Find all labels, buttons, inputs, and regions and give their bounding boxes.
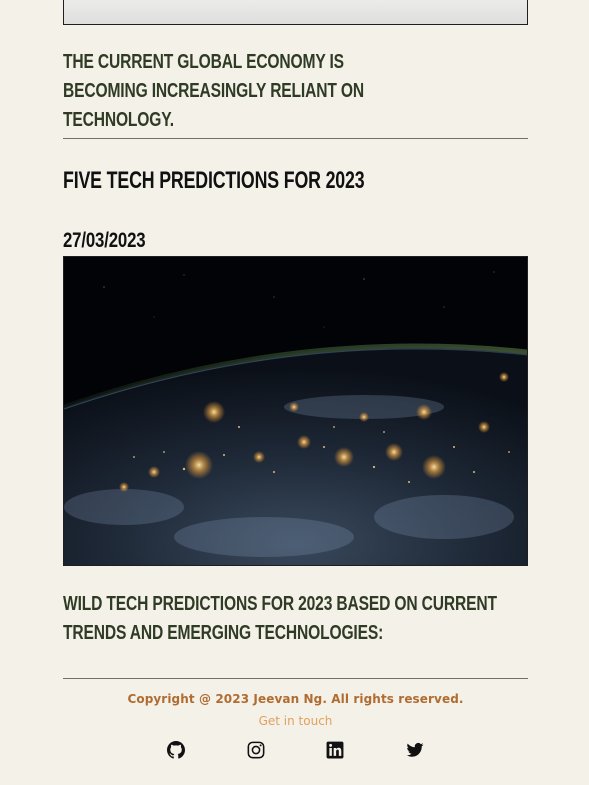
instagram-link[interactable] (247, 741, 265, 759)
post-date: 27/03/2023 (63, 229, 146, 252)
linkedin-link[interactable] (326, 741, 344, 759)
divider (63, 138, 528, 139)
linkedin-icon (326, 741, 344, 759)
twitter-link[interactable] (406, 741, 424, 759)
github-icon (167, 741, 185, 759)
github-link[interactable] (167, 741, 185, 759)
earth-at-night-image (64, 257, 527, 565)
instagram-icon (247, 741, 265, 759)
twitter-icon (406, 742, 424, 757)
get-in-touch-link[interactable]: Get in touch (259, 713, 333, 729)
footer-divider (63, 678, 528, 679)
post-excerpt: Wild tech predictions for 2023 based on … (63, 593, 497, 644)
previous-post-image[interactable] (63, 0, 528, 25)
social-links (0, 741, 589, 761)
post-hero-image[interactable] (63, 256, 528, 566)
previous-post-excerpt: The current global economy is becoming i… (63, 51, 364, 131)
footer: Copyright @ 2023 Jeevan Ng. All rights r… (63, 690, 528, 730)
post-title[interactable]: Five Tech Predictions for 2023 (63, 166, 433, 196)
copyright-text: Copyright @ 2023 Jeevan Ng. All rights r… (127, 692, 464, 706)
